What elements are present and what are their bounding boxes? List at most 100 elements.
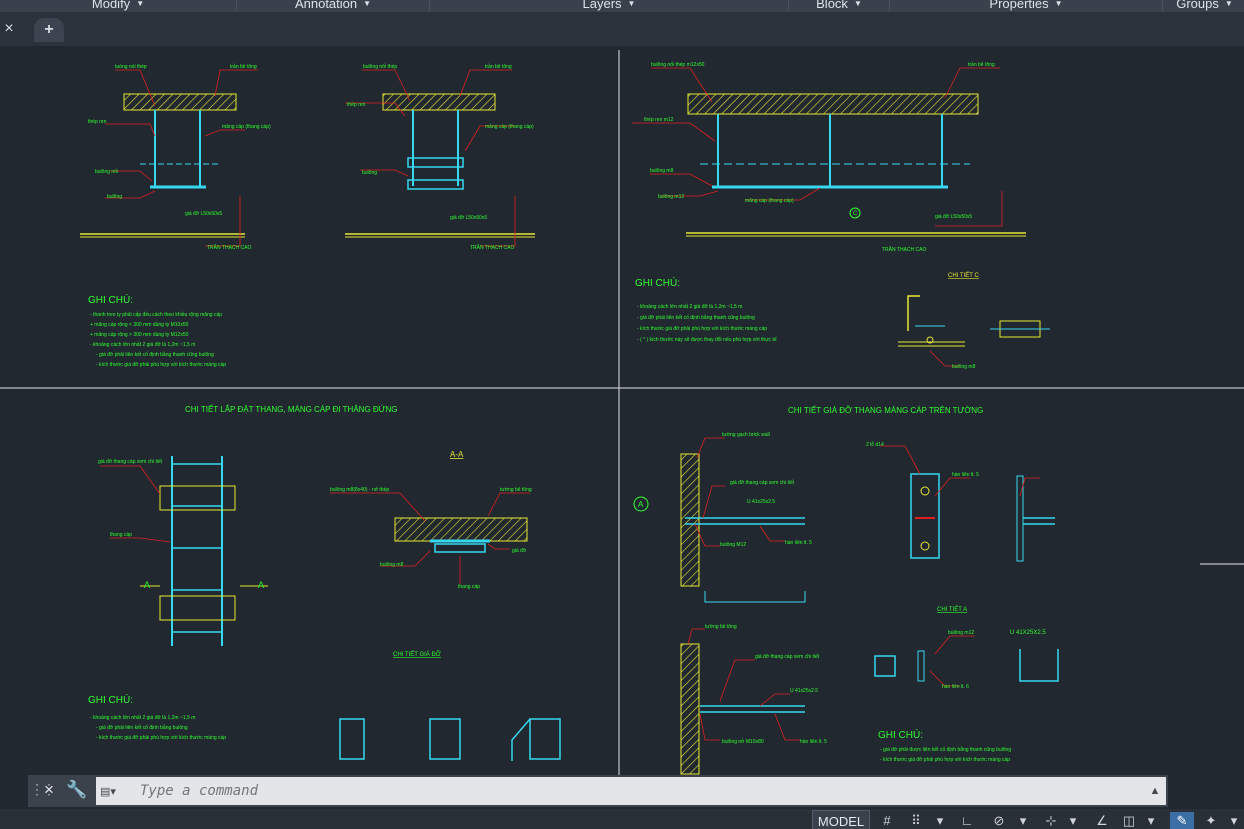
q4-notes-title: GHI CHÚ: [878, 728, 923, 741]
q1-d2-label-2: thép ren [347, 102, 366, 108]
chevron-down-icon[interactable]: ▾ [1226, 812, 1242, 829]
aa-label-4: thang cáp [458, 584, 480, 590]
chevron-down-icon[interactable]: ▾ [1016, 812, 1030, 829]
q1-label-1: trần bê tông [230, 64, 257, 70]
osnap-icon[interactable]: ◫ [1118, 812, 1140, 829]
q1-note-5: - kích thước giá đỡ phải phù hợp với kíc… [96, 362, 226, 368]
q4-label-0: tường gạch brick wall [722, 432, 770, 438]
detail-a-label-2: U 41X25X2.5 [1010, 630, 1046, 636]
q2-note-2: - kích thước giá đỡ phải phù hợp với kíc… [637, 326, 767, 332]
q4-label-3: bulông M12 [720, 542, 746, 548]
q4-note-1: - kích thước giá đỡ phải phù hợp với kíc… [880, 757, 1010, 763]
q1-note-0: - thanh treo ty phải cấp đều cách theo k… [90, 312, 222, 318]
q3-drawing: CHI TIẾT LẮP ĐẶT THANG, MÁNG CÁP ĐI THẲN… [88, 404, 561, 761]
q1-label-2: thép ren [88, 119, 107, 125]
q4-drawing: CHI TIẾT GIÁ ĐỠ THANG MÁNG CÁP TRÊN TƯỜN… [633, 405, 1244, 775]
q1-label-6: giá đỡ L50x50x5 [185, 211, 222, 217]
q2-note-3: - ( * ) kích thước này sẽ được thay đổi … [637, 336, 777, 343]
snap-icon[interactable]: ⠿ [904, 812, 928, 829]
q4-label-5: 2 lỗ d14 [866, 441, 884, 448]
panel-modify[interactable]: Modify ▼ [0, 0, 237, 11]
q3-label-0: giá đỡ thang cáp xem chi tiết [98, 459, 163, 465]
ortho-icon[interactable]: ∟ [958, 812, 976, 829]
panel-groups-label: Groups [1176, 0, 1219, 11]
panel-modify-label: Modify [91, 0, 131, 11]
command-input[interactable] [96, 777, 1166, 805]
aa-label-0: bulông m8(8x40) - nở thép [330, 486, 389, 493]
panel-annotation[interactable]: Annotation ▼ [237, 0, 430, 11]
section-aa-title: A-A [450, 450, 464, 459]
polar-icon[interactable]: ⊘ [988, 812, 1010, 829]
q3-label-1: thang cáp [110, 532, 132, 538]
q2-label-2: thép ren m12 [644, 117, 674, 123]
marker-a: A [638, 500, 644, 509]
q2-detail: C bulông nối thép m12x50 trần bê tông th… [632, 62, 1026, 253]
q1-d2-label-5: giá đỡ L50x50x5 [450, 215, 487, 221]
chevron-down-icon: ▼ [627, 0, 636, 8]
file-tab-bar [0, 13, 1244, 47]
panel-annotation-label: Annotation [294, 0, 358, 11]
close-icon[interactable]: × [40, 779, 58, 801]
q1-note-1: + măng cáp rộng < 300 mm dùng ty M10x50 [90, 322, 189, 328]
q1-note-3: - khoảng cách lớn nhất 2 giá đỡ là 1,2m … [90, 342, 195, 348]
chevron-up-icon[interactable]: ▲ [1146, 779, 1164, 803]
aa-label-2: giá đỡ [512, 548, 527, 554]
drawing-canvas[interactable]: tuòng nói thép trần bê tông thép ren măn… [0, 46, 1244, 806]
drag-handle-icon[interactable]: ⋮⋮ [30, 781, 56, 801]
q4-title: CHI TIẾT GIÁ ĐỠ THANG MÁNG CÁP TRÊN TƯỜN… [788, 405, 983, 415]
panel-block-label: Block [816, 0, 848, 11]
workspace-icon[interactable]: ✦ [1200, 812, 1222, 829]
q2-label-4: bulông m12 [658, 194, 684, 200]
chevron-down-icon[interactable]: ▾ [1066, 812, 1080, 829]
panel-properties[interactable]: Properties ▼ [890, 0, 1163, 11]
object-snap-tracking-icon[interactable]: ∠ [1092, 812, 1112, 829]
q2-label-0: bulông nối thép m12x50 [651, 62, 705, 68]
q1-detail-2: bulông nối thép trần bê tông thép ren mă… [345, 64, 535, 251]
q4-note-0: - giá đỡ phải được liên kết cố định bằng… [880, 746, 1011, 753]
command-prompt-icon[interactable]: ▤▾ [100, 782, 134, 800]
q1-label-4: bulông nối [95, 169, 118, 175]
new-tab-button[interactable]: + [34, 18, 64, 42]
close-tab-icon[interactable]: × [0, 14, 18, 44]
wall-label-3: bulông nở M10x80 [722, 738, 764, 745]
chevron-down-icon: ▼ [1054, 0, 1063, 8]
q1-label-5: bulông [107, 194, 122, 200]
viewport-dividers [0, 50, 1244, 806]
panel-layers[interactable]: Layers ▼ [430, 0, 789, 11]
q1-notes: GHI CHÚ: - thanh treo ty phải cấp đều cá… [88, 293, 226, 368]
q2-label-1: trần bê tông [968, 62, 995, 68]
panel-properties-label: Properties [989, 0, 1049, 11]
panel-block[interactable]: Block ▼ [789, 0, 890, 11]
q3-label-2: A [144, 580, 150, 590]
q2-label-7: TRẦN THẠCH CAO [882, 246, 926, 253]
q1-notes-title: GHI CHÚ: [88, 293, 133, 306]
panel-layers-label: Layers [582, 0, 622, 11]
q1-note-4: - giá đỡ phải liên kết cố định bằng than… [96, 351, 214, 358]
q3-note-2: - kích thước giá đỡ phải phù hợp với kíc… [96, 735, 226, 741]
q1-d2-label-6: TRẦN THẠCH CAO [470, 244, 514, 251]
q2-notes: GHI CHÚ: - khoảng cách lớn nhất 2 giá đỡ… [635, 276, 777, 343]
chevron-down-icon[interactable]: ▾ [1144, 812, 1158, 829]
grid-icon[interactable]: # [876, 812, 898, 829]
ribbon-panel-bar: Modify ▼ Annotation ▼ Layers ▼ Block ▼ P… [0, 0, 1244, 13]
annotation-scale-icon[interactable]: ✎ [1170, 812, 1194, 829]
isodraft-icon[interactable]: ⊹ [1040, 812, 1062, 829]
panel-groups[interactable]: Groups ▼ [1165, 0, 1244, 11]
q1-label-3: măng cáp (thang cáp) [222, 124, 271, 130]
model-space-button[interactable]: MODEL [812, 810, 870, 829]
aa-label-3: bulông m8 [380, 562, 404, 568]
chevron-down-icon: ▼ [853, 0, 862, 8]
detail-a-title: CHI TIẾT A [937, 606, 967, 613]
chevron-down-icon: ▼ [1224, 0, 1233, 8]
chevron-down-icon[interactable]: ▾ [932, 812, 948, 829]
q1-d2-label-3: măng cáp (thang cáp) [485, 124, 534, 130]
q3-note-0: - khoảng cách lớn nhất 2 giá đỡ là 1,2m … [90, 715, 195, 721]
q3-label-3: A [258, 580, 264, 590]
q2-label-3: bulông m8 [650, 168, 674, 174]
detail-c-label: bulông m8 [952, 364, 976, 370]
q1-detail-1: tuòng nói thép trần bê tông thép ren măn… [80, 64, 271, 251]
q1-d2-label-4: bulông [362, 170, 377, 176]
customize-wrench-icon[interactable]: 🔧 [66, 779, 88, 801]
chevron-down-icon: ▼ [136, 0, 145, 8]
q4-label-6: hàn liên lt. 5 [952, 472, 979, 478]
